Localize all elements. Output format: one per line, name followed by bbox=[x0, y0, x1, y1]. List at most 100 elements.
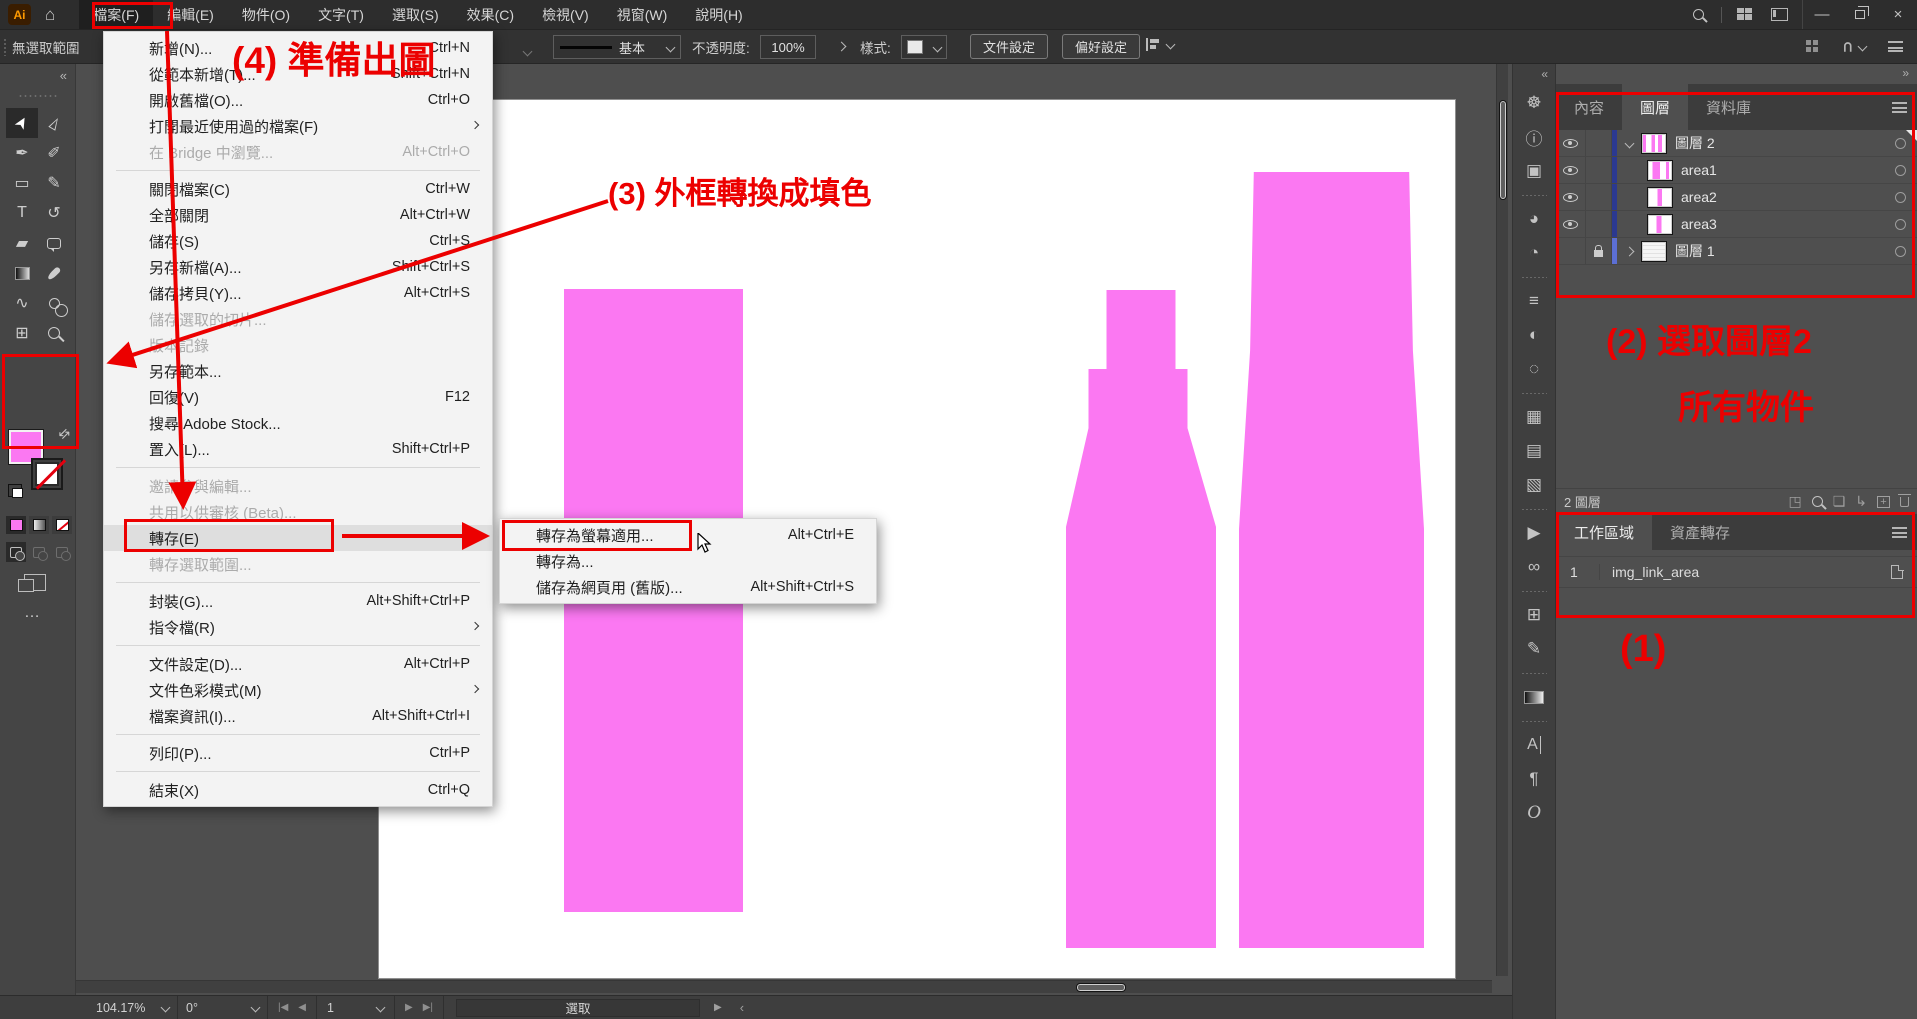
opacity-input[interactable]: 100% bbox=[760, 35, 816, 59]
eraser-tool[interactable]: ▰ bbox=[6, 228, 38, 258]
draw-normal-icon[interactable] bbox=[6, 542, 26, 562]
file-menu-item[interactable]: 在 Bridge 中瀏覽... Alt+Ctrl+O bbox=[104, 139, 492, 165]
stroke-color-swatch[interactable] bbox=[31, 458, 63, 490]
menu-help[interactable]: 說明(H) bbox=[681, 0, 756, 29]
tab-libraries[interactable]: 資料庫 bbox=[1688, 84, 1769, 130]
lock-toggle[interactable] bbox=[1586, 157, 1612, 183]
file-menu-item[interactable]: 封裝(G)... Alt+Shift+Ctrl+P bbox=[104, 588, 492, 614]
layer-name[interactable]: 圖層 2 bbox=[1675, 133, 1883, 153]
arrange-documents-icon[interactable] bbox=[1806, 40, 1819, 53]
file-menu-item[interactable] bbox=[104, 577, 492, 588]
transform-icon[interactable]: ▦ bbox=[1513, 400, 1555, 434]
menu-edit[interactable]: 編輯(E) bbox=[153, 0, 228, 29]
type-tool[interactable]: T bbox=[6, 198, 38, 228]
vertical-scrollbar-thumb[interactable] bbox=[1499, 100, 1507, 200]
target-circle[interactable] bbox=[1883, 165, 1917, 176]
collapse-panel-icon[interactable]: » bbox=[1902, 66, 1909, 80]
object-name[interactable]: area3 bbox=[1681, 216, 1883, 232]
shape-builder-tool[interactable] bbox=[38, 288, 70, 318]
export-submenu-item[interactable]: 儲存為網頁用 (舊版)... Alt+Shift+Ctrl+S bbox=[500, 574, 876, 600]
object-thumbnail[interactable] bbox=[1647, 187, 1673, 208]
color-guide-icon[interactable]: ◔ bbox=[1513, 236, 1555, 270]
object-name[interactable]: area2 bbox=[1681, 189, 1883, 205]
menu-type[interactable]: 文字(T) bbox=[304, 0, 378, 29]
actions-icon[interactable]: ▶ bbox=[1513, 516, 1555, 550]
new-sublayer-icon[interactable]: ↳ bbox=[1855, 493, 1867, 510]
pink-bottle-shape-middle[interactable] bbox=[1066, 290, 1216, 948]
file-menu-item[interactable]: 新增(N)... Ctrl+N bbox=[104, 35, 492, 61]
layer-thumbnail[interactable] bbox=[1641, 241, 1667, 262]
none-button[interactable] bbox=[52, 516, 72, 534]
target-circle[interactable] bbox=[1883, 192, 1917, 203]
target-circle[interactable] bbox=[1883, 219, 1917, 230]
control-bar-grip[interactable] bbox=[3, 38, 7, 56]
rotation-dropdown[interactable]: 0° bbox=[178, 996, 268, 1019]
home-icon[interactable]: ⌂ bbox=[45, 5, 55, 25]
gradient-icon[interactable]: ◌ bbox=[1513, 352, 1555, 386]
file-menu-item[interactable]: 置入(L)... Shift+Ctrl+P bbox=[104, 436, 492, 462]
file-menu-item[interactable]: 打開最近使用過的檔案(F) bbox=[104, 113, 492, 139]
lock-toggle[interactable] bbox=[1586, 184, 1612, 210]
gradient-tool[interactable] bbox=[6, 258, 38, 288]
file-menu-item[interactable]: 共用以供審核 (Beta)... bbox=[104, 499, 492, 525]
panel-menu-icon[interactable] bbox=[1892, 102, 1907, 113]
drag-dots[interactable] bbox=[1513, 188, 1555, 202]
visibility-toggle[interactable] bbox=[1556, 211, 1586, 237]
curvature-tool[interactable]: ✐ bbox=[38, 138, 70, 168]
info-icon[interactable]: ⓘ bbox=[1513, 120, 1555, 154]
document-setup-button[interactable]: 文件設定 bbox=[970, 34, 1048, 59]
file-menu-item[interactable] bbox=[104, 729, 492, 740]
pathfinder-icon[interactable]: ▧ bbox=[1513, 468, 1555, 502]
file-menu-item[interactable]: 文件色彩模式(M) bbox=[104, 677, 492, 703]
visibility-toggle[interactable] bbox=[1556, 238, 1586, 264]
search-icon[interactable] bbox=[1681, 0, 1715, 29]
delete-layer-icon[interactable] bbox=[1900, 497, 1909, 507]
file-menu-item[interactable]: 回復(V) F12 bbox=[104, 384, 492, 410]
status-indicator-field[interactable]: 選取 bbox=[456, 999, 700, 1017]
horizontal-scrollbar-thumb[interactable] bbox=[1076, 983, 1126, 992]
export-submenu-item[interactable]: 轉存為... bbox=[500, 548, 876, 574]
locate-object-icon[interactable] bbox=[1812, 496, 1823, 507]
pink-bottle-shape-right[interactable] bbox=[1239, 172, 1424, 948]
paragraph-icon[interactable]: ¶ bbox=[1513, 762, 1555, 796]
gradient-button[interactable] bbox=[29, 516, 49, 534]
menu-select[interactable]: 選取(S) bbox=[378, 0, 453, 29]
expand-layer-icon[interactable] bbox=[1617, 248, 1641, 255]
artboard-number-dropdown[interactable]: 1 bbox=[317, 996, 395, 1019]
menu-view[interactable]: 檢視(V) bbox=[528, 0, 603, 29]
status-flyout-icon[interactable]: ▶ bbox=[714, 1002, 722, 1013]
artboard-icon[interactable] bbox=[1891, 565, 1903, 579]
file-menu-item[interactable]: 從範本新增(T)... Shift+Ctrl+N bbox=[104, 61, 492, 87]
eyedropper-tool[interactable] bbox=[38, 258, 70, 288]
drag-dots[interactable] bbox=[1513, 386, 1555, 400]
panel-menu-icon[interactable] bbox=[1888, 41, 1903, 52]
tab-layers[interactable]: 圖層 bbox=[1622, 84, 1688, 130]
tab-content[interactable]: 內容 bbox=[1556, 84, 1622, 130]
close-button[interactable]: × bbox=[1879, 0, 1917, 29]
file-menu-item[interactable]: 另存新檔(A)... Shift+Ctrl+S bbox=[104, 254, 492, 280]
lock-toggle[interactable] bbox=[1586, 211, 1612, 237]
color-icon[interactable]: ◕ bbox=[1513, 202, 1555, 236]
layer-row-area3[interactable]: area3 bbox=[1556, 211, 1917, 238]
back-chevron-icon[interactable]: ‹ bbox=[740, 1000, 744, 1015]
object-thumbnail[interactable] bbox=[1647, 160, 1673, 181]
toolbar-drag-handle[interactable] bbox=[18, 94, 58, 98]
vertical-scrollbar[interactable] bbox=[1496, 64, 1508, 976]
collapse-toolbar-icon[interactable]: « bbox=[60, 68, 67, 83]
export-submenu-item[interactable]: 轉存為螢幕適用... Alt+Ctrl+E bbox=[500, 522, 876, 548]
next-artboard-icon[interactable]: ▶ bbox=[405, 1002, 413, 1013]
file-menu-item[interactable] bbox=[104, 462, 492, 473]
file-menu-item[interactable]: 儲存選取的切片... bbox=[104, 306, 492, 332]
file-menu-item[interactable]: 儲存(S) Ctrl+S bbox=[104, 228, 492, 254]
object-name[interactable]: area1 bbox=[1681, 162, 1883, 178]
artboard-name[interactable]: img_link_area bbox=[1600, 564, 1891, 580]
visibility-toggle[interactable] bbox=[1556, 130, 1586, 156]
drag-dots[interactable] bbox=[1513, 714, 1555, 728]
file-menu-item[interactable]: 指令檔(R) bbox=[104, 614, 492, 640]
align-icon[interactable]: ▤ bbox=[1513, 434, 1555, 468]
previous-artboard-icon[interactable]: ◀ bbox=[298, 1002, 306, 1013]
swatches-icon[interactable]: ⊞ bbox=[1513, 598, 1555, 632]
first-artboard-icon[interactable]: |◀ bbox=[278, 1002, 288, 1013]
brushes-icon[interactable]: ✎ bbox=[1513, 632, 1555, 666]
draw-inside-icon[interactable] bbox=[52, 542, 72, 562]
